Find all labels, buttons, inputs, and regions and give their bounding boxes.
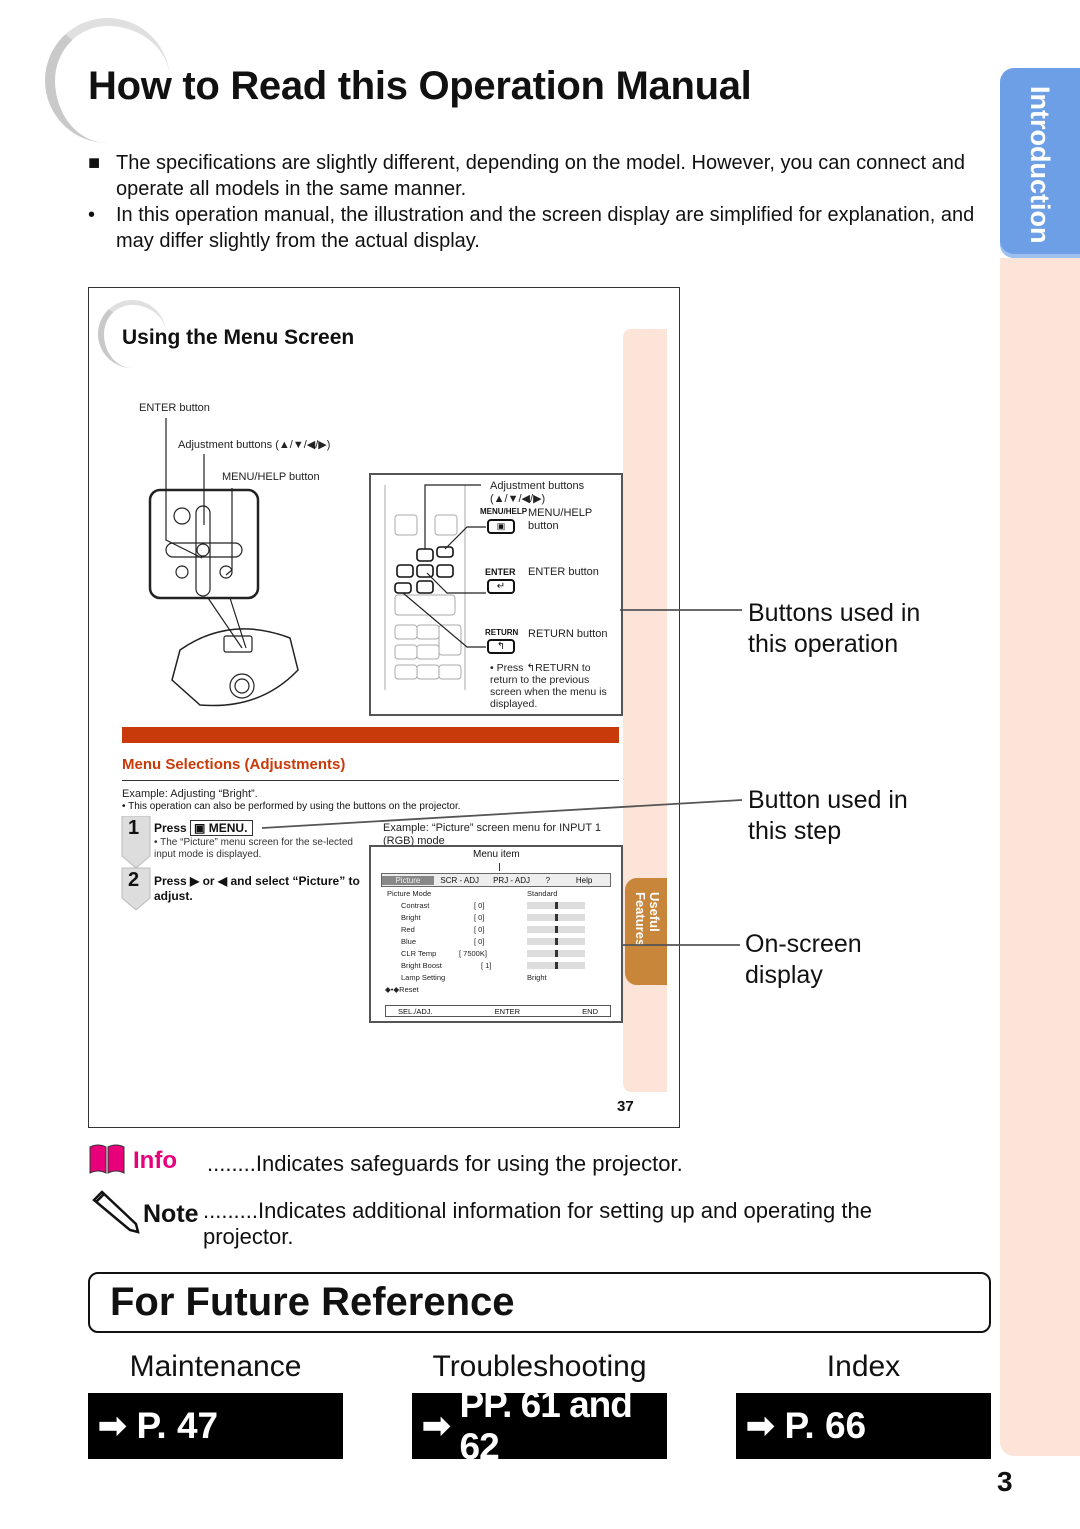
- annotation-onscreen: On-screen display: [745, 930, 862, 989]
- future-reference-title: For Future Reference: [110, 1280, 515, 1324]
- arrow-right-icon: ➡: [422, 1407, 450, 1445]
- page-ref: P. 47: [136, 1405, 219, 1446]
- annotation-button-step: Button used in this step: [748, 786, 908, 845]
- annotation-lines: [261, 609, 743, 946]
- menu-footer: SEL./ADJ. ENTER END: [385, 1005, 611, 1017]
- troubleshooting-label: Troubleshooting: [432, 1350, 647, 1383]
- section-tab-label: Introduction: [1025, 86, 1055, 244]
- index-page-link[interactable]: ➡ P. 66: [736, 1393, 991, 1459]
- footer-end: END: [582, 1006, 598, 1016]
- info-label: Info: [133, 1147, 177, 1174]
- page-ref: P. 66: [784, 1405, 867, 1446]
- info-text: ........Indicates safeguards for using t…: [207, 1151, 683, 1176]
- note-label: Note: [143, 1200, 199, 1228]
- troubleshooting-page-link[interactable]: ➡ PP. 61 and 62: [412, 1384, 667, 1467]
- future-reference-header: For Future Reference: [88, 1272, 991, 1333]
- maintenance-label: Maintenance: [129, 1350, 302, 1383]
- maintenance-page-link[interactable]: ➡ P. 47: [88, 1393, 343, 1459]
- footer-enter: ENTER: [494, 1006, 521, 1016]
- index-label: Index: [826, 1350, 901, 1383]
- page-number: 3: [997, 1466, 1013, 1497]
- arrow-right-icon: ➡: [746, 1407, 775, 1445]
- page-ref: PP. 61 and 62: [459, 1384, 633, 1467]
- info-book-icon: [89, 1144, 125, 1174]
- button-step-line: [261, 799, 743, 829]
- side-strip: [1000, 258, 1080, 1456]
- sample-page-number: 37: [617, 1098, 634, 1115]
- note-text: .........Indicates additional informatio…: [203, 1198, 872, 1249]
- note-pencil-icon: [92, 1190, 140, 1234]
- section-tab-introduction[interactable]: Introduction: [1000, 68, 1080, 258]
- annotation-buttons-operation: Buttons used in this operation: [748, 599, 921, 658]
- arrow-right-icon: ➡: [98, 1407, 127, 1445]
- footer-sel-adj: SEL./ADJ.: [398, 1006, 433, 1016]
